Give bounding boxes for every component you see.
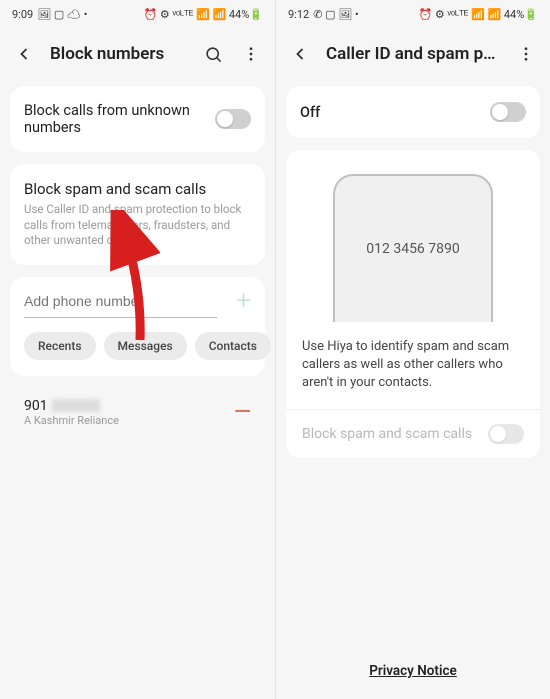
chip-messages[interactable]: Messages bbox=[104, 332, 187, 360]
master-toggle[interactable] bbox=[490, 102, 526, 122]
header: Caller ID and spam p… bbox=[276, 28, 550, 80]
page-title: Block numbers bbox=[50, 44, 187, 64]
status-icons-left: ✆ ▢ 🖼 • bbox=[313, 8, 358, 21]
redacted-number bbox=[52, 399, 100, 412]
sample-number: 012 3456 7890 bbox=[366, 241, 460, 257]
status-bar: 9:12 ✆ ▢ 🖼 • ⏰ ⚙ ᵛᵒᴸᵀᴱ 📶 📶 44%🔋 bbox=[276, 0, 550, 28]
page-title: Caller ID and spam p… bbox=[326, 44, 500, 64]
status-bar: 9:09 🖼 ▢ ☁ • ⏰ ⚙ ᵛᵒᴸᵀᴱ 📶 📶 44%🔋 bbox=[0, 0, 275, 28]
screen-block-numbers: 9:09 🖼 ▢ ☁ • ⏰ ⚙ ᵛᵒᴸᵀᴱ 📶 📶 44%🔋 Block nu… bbox=[0, 0, 275, 699]
back-icon[interactable] bbox=[12, 42, 36, 66]
blocked-carrier: A Kashmir Reliance bbox=[24, 414, 234, 427]
back-icon[interactable] bbox=[288, 42, 312, 66]
status-icons-right: ⏰ ⚙ ᵛᵒᴸᵀᴱ 📶 📶 44%🔋 bbox=[418, 8, 538, 21]
info-card: 012 3456 7890 Use Hiya to identify spam … bbox=[286, 150, 540, 458]
chip-contacts[interactable]: Contacts bbox=[195, 332, 271, 360]
privacy-notice-link[interactable]: Privacy Notice bbox=[276, 663, 550, 679]
phone-illustration: 012 3456 7890 bbox=[333, 174, 493, 322]
master-toggle-card[interactable]: Off bbox=[286, 86, 540, 138]
screen-caller-id: 9:12 ✆ ▢ 🖼 • ⏰ ⚙ ᵛᵒᴸᵀᴱ 📶 📶 44%🔋 Caller I… bbox=[275, 0, 550, 699]
block-spam-row: Block spam and scam calls bbox=[286, 409, 540, 458]
header: Block numbers bbox=[0, 28, 275, 80]
blocked-number-row[interactable]: 901 A Kashmir Reliance — bbox=[10, 388, 265, 437]
block-unknown-card[interactable]: Block calls from unknown numbers bbox=[10, 86, 265, 152]
status-icons-right: ⏰ ⚙ ᵛᵒᴸᵀᴱ 📶 📶 44%🔋 bbox=[143, 8, 263, 21]
block-spam-card[interactable]: Block spam and scam calls Use Caller ID … bbox=[10, 164, 265, 265]
status-time: 9:09 bbox=[12, 8, 33, 21]
block-spam-label: Block spam and scam calls bbox=[302, 426, 472, 442]
block-spam-toggle bbox=[488, 424, 524, 444]
block-spam-title: Block spam and scam calls bbox=[24, 180, 251, 198]
more-icon[interactable] bbox=[514, 42, 538, 66]
status-icons-left: 🖼 ▢ ☁ • bbox=[37, 8, 87, 21]
master-toggle-label: Off bbox=[300, 104, 478, 121]
add-number-card: + Recents Messages Contacts bbox=[10, 277, 265, 376]
chip-recents[interactable]: Recents bbox=[24, 332, 96, 360]
info-text: Use Hiya to identify spam and scam calle… bbox=[286, 322, 540, 409]
search-icon[interactable] bbox=[201, 42, 225, 66]
remove-icon[interactable]: — bbox=[234, 400, 251, 425]
add-icon[interactable]: + bbox=[236, 288, 251, 314]
more-icon[interactable] bbox=[239, 42, 263, 66]
status-time: 9:12 bbox=[288, 8, 309, 21]
block-unknown-toggle[interactable] bbox=[215, 109, 251, 129]
block-spam-sub: Use Caller ID and spam protection to blo… bbox=[24, 202, 251, 249]
block-unknown-label: Block calls from unknown numbers bbox=[24, 102, 203, 136]
add-number-input[interactable] bbox=[24, 285, 217, 318]
blocked-number: 901 bbox=[24, 398, 234, 414]
